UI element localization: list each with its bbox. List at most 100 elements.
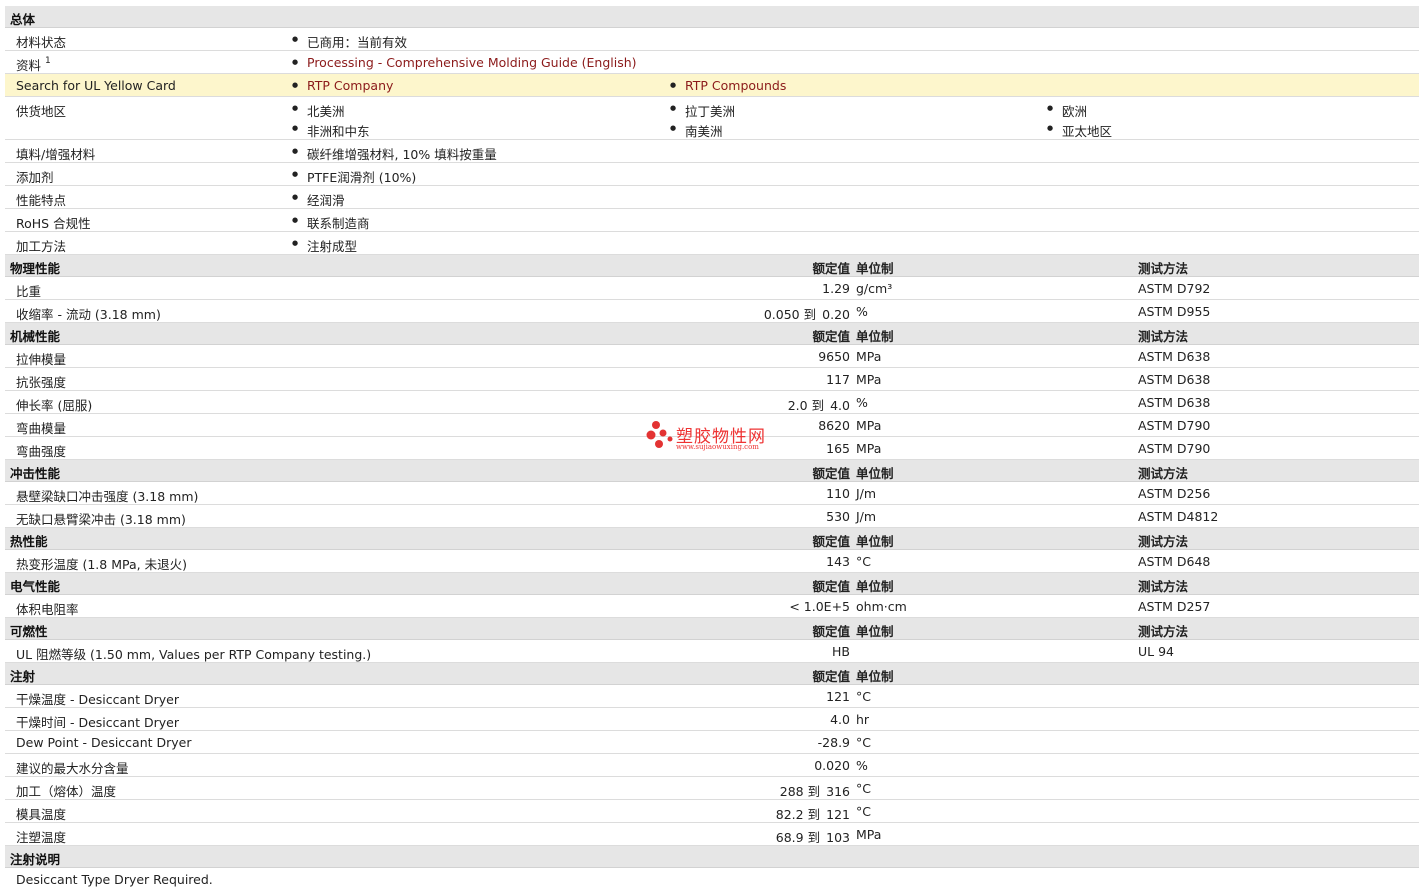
header-value: 额定值 [812, 466, 850, 481]
property-label: Dew Point - Desiccant Dryer [16, 735, 192, 750]
property-row: 收缩率 - 流动 (3.18 mm) 0.050 到 0.20% ASTM D955 [5, 300, 1419, 323]
property-value: 9650 [818, 349, 850, 364]
property-label: 比重 [16, 284, 42, 299]
property-label: 弯曲模量 [16, 421, 67, 436]
property-label: 弯曲强度 [16, 444, 67, 459]
property-unit: MPa [856, 418, 882, 433]
row-label: 填料/增强材料 [16, 147, 96, 162]
property-row: 悬壁梁缺口冲击强度 (3.18 mm) 110 J/m ASTM D256 [5, 482, 1419, 505]
property-row: 干燥温度 - Desiccant Dryer 121 °C [5, 685, 1419, 708]
test-method: ASTM D257 [1138, 599, 1211, 614]
general-row-additive: 添加剂 PTFE润滑剂 (10%) [5, 163, 1419, 186]
property-label: 建议的最大水分含量 [16, 761, 129, 776]
rtp-compounds-link[interactable]: RTP Compounds [670, 78, 786, 93]
row-label: 添加剂 [16, 170, 54, 185]
test-method: ASTM D638 [1138, 349, 1211, 364]
property-label: 悬壁梁缺口冲击强度 (3.18 mm) [16, 489, 199, 504]
molding-guide-link[interactable]: Processing - Comprehensive Molding Guide… [292, 55, 637, 70]
property-value: 8620 [818, 418, 850, 433]
section-header: 冲击性能 额定值 单位制 测试方法 [5, 460, 1419, 482]
test-method: ASTM D4812 [1138, 509, 1219, 524]
property-unit: °C [856, 554, 871, 569]
header-unit: 单位制 [856, 534, 894, 549]
bullet-item: 已商用：当前有效 [292, 32, 407, 51]
section-header-notes: 注射说明 [5, 846, 1419, 868]
header-method: 测试方法 [1138, 624, 1189, 639]
section-header: 物理性能 额定值 单位制 测试方法 [5, 255, 1419, 277]
property-row: 抗张强度 117 MPa ASTM D638 [5, 368, 1419, 391]
general-row-filler: 填料/增强材料 碳纤维增强材料, 10% 填料按重量 [5, 140, 1419, 163]
property-label: 伸长率 (屈服) [16, 398, 93, 413]
property-unit: °C [856, 735, 871, 750]
property-unit: % [856, 304, 868, 319]
section-header: 注射 额定值 单位制 [5, 663, 1419, 685]
header-method: 测试方法 [1138, 329, 1189, 344]
row-label: RoHS 合规性 [16, 216, 91, 231]
bullet-item: 联系制造商 [292, 213, 369, 232]
property-label: 抗张强度 [16, 375, 67, 390]
property-unit: °C [856, 781, 871, 796]
header-value: 额定值 [812, 534, 850, 549]
header-unit: 单位制 [856, 579, 894, 594]
property-value: 1.29 [822, 281, 850, 296]
general-row-documents: 资料 1 Processing - Comprehensive Molding … [5, 51, 1419, 74]
section-title: 机械性能 [10, 329, 61, 344]
general-row-regions: 供货地区 北美洲 拉丁美洲 欧洲 非洲和中东 南美洲 亚太地区 [5, 97, 1419, 140]
bullet-item: PTFE润滑剂 (10%) [292, 167, 416, 186]
test-method: ASTM D256 [1138, 486, 1211, 501]
property-unit: g/cm³ [856, 281, 893, 296]
property-label: 干燥温度 - Desiccant Dryer [16, 692, 179, 707]
property-row: 拉伸模量 9650 MPa ASTM D638 [5, 345, 1419, 368]
test-method: ASTM D638 [1138, 395, 1211, 410]
property-unit: MPa [856, 827, 882, 842]
property-value: < 1.0E+5 [789, 599, 850, 614]
section-header: 可燃性 额定值 单位制 测试方法 [5, 618, 1419, 640]
property-row: 热变形温度 (1.8 MPa, 未退火) 143 °C ASTM D648 [5, 550, 1419, 573]
section-title: 注射 [10, 669, 36, 684]
general-row-status: 材料状态 已商用：当前有效 [5, 28, 1419, 51]
section-title: 总体 [10, 12, 36, 27]
section-title: 物理性能 [10, 261, 61, 276]
notes-row: Desiccant Type Dryer Required. [5, 868, 1419, 890]
property-value: 143 [826, 554, 850, 569]
property-value: 530 [826, 509, 850, 524]
property-label: 体积电阻率 [16, 602, 79, 617]
region-item: 北美洲 [292, 101, 344, 120]
section-title: 冲击性能 [10, 466, 61, 481]
property-row: 无缺口悬臂梁冲击 (3.18 mm) 530 J/m ASTM D4812 [5, 505, 1419, 528]
section-title: 可燃性 [10, 624, 48, 639]
property-unit: hr [856, 712, 870, 727]
row-label: 供货地区 [16, 104, 67, 119]
property-row: 伸长率 (屈服) 2.0 到 4.0% ASTM D638 [5, 391, 1419, 414]
header-method: 测试方法 [1138, 579, 1189, 594]
region-item: 亚太地区 [1047, 121, 1112, 140]
header-value: 额定值 [812, 579, 850, 594]
property-value: 82.2 到 121 [775, 807, 850, 822]
property-label: 模具温度 [16, 807, 67, 822]
general-row-rohs: RoHS 合规性 联系制造商 [5, 209, 1419, 232]
property-row: 注塑温度 68.9 到 103 MPa [5, 823, 1419, 846]
property-value: 117 [826, 372, 850, 387]
property-unit: % [856, 758, 868, 773]
rtp-company-link[interactable]: RTP Company [292, 78, 393, 93]
row-label: 材料状态 [16, 35, 67, 50]
test-method: UL 94 [1138, 644, 1174, 659]
section-header: 热性能 额定值 单位制 测试方法 [5, 528, 1419, 550]
property-label: 无缺口悬臂梁冲击 (3.18 mm) [16, 512, 186, 527]
test-method: ASTM D792 [1138, 281, 1211, 296]
property-label: 收缩率 - 流动 (3.18 mm) [16, 307, 161, 322]
header-unit: 单位制 [856, 669, 894, 684]
property-label: 热变形温度 (1.8 MPa, 未退火) [16, 557, 187, 572]
test-method: ASTM D648 [1138, 554, 1211, 569]
section-title: 电气性能 [10, 579, 61, 594]
property-sections: 物理性能 额定值 单位制 测试方法 比重 1.29 g/cm³ ASTM D792 收缩率 - … [5, 255, 1419, 846]
property-value: HB [832, 644, 850, 659]
property-unit: MPa [856, 372, 882, 387]
property-value: 0.020 [814, 758, 850, 773]
property-label: 加工（熔体）温度 [16, 784, 117, 799]
property-unit: MPa [856, 349, 882, 364]
property-label: 注塑温度 [16, 830, 67, 845]
property-value: -28.9 [817, 735, 850, 750]
header-unit: 单位制 [856, 261, 894, 276]
row-label: 性能特点 [16, 193, 67, 208]
